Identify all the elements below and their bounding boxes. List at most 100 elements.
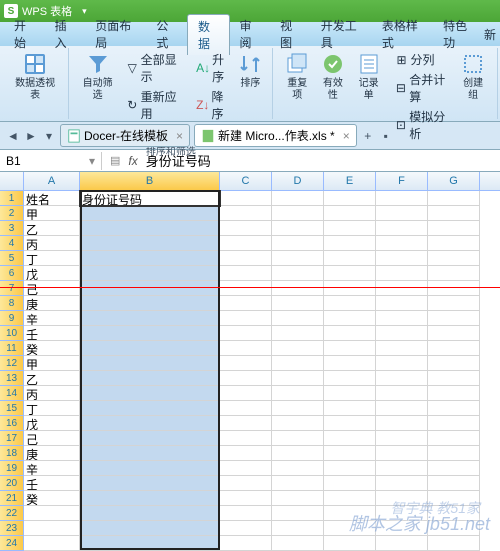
cell[interactable] (272, 191, 324, 206)
cell[interactable] (80, 251, 220, 266)
cell[interactable] (272, 296, 324, 311)
cell[interactable] (428, 296, 480, 311)
cell[interactable] (80, 491, 220, 506)
cell[interactable] (272, 371, 324, 386)
cell[interactable] (220, 251, 272, 266)
cell[interactable]: 乙 (24, 371, 80, 386)
cell[interactable] (80, 266, 220, 281)
cell[interactable] (80, 326, 220, 341)
cell[interactable] (428, 266, 480, 281)
cell[interactable] (324, 461, 376, 476)
cell[interactable] (220, 521, 272, 536)
cell[interactable] (272, 416, 324, 431)
cell[interactable] (324, 326, 376, 341)
cell[interactable] (80, 476, 220, 491)
cell[interactable] (272, 446, 324, 461)
cell[interactable] (324, 236, 376, 251)
cell[interactable] (428, 311, 480, 326)
cell[interactable] (324, 446, 376, 461)
cell[interactable] (376, 236, 428, 251)
cell[interactable] (80, 206, 220, 221)
cell[interactable] (220, 356, 272, 371)
cell[interactable] (220, 206, 272, 221)
cell[interactable]: 己 (24, 431, 80, 446)
sort-asc-button[interactable]: A↓升序 (194, 50, 234, 86)
cell[interactable] (220, 371, 272, 386)
cell[interactable] (376, 251, 428, 266)
cell[interactable] (272, 206, 324, 221)
cell[interactable] (428, 446, 480, 461)
cell[interactable] (324, 431, 376, 446)
cell[interactable] (80, 311, 220, 326)
sort-desc-button[interactable]: Z↓降序 (194, 87, 234, 123)
cell[interactable]: 庚 (24, 296, 80, 311)
cell[interactable]: 身份证号码 (80, 191, 220, 206)
cell[interactable] (80, 221, 220, 236)
col-header-F[interactable]: F (376, 172, 428, 190)
cell[interactable] (272, 251, 324, 266)
cell[interactable] (428, 206, 480, 221)
row-header[interactable]: 6 (0, 266, 24, 281)
cell[interactable] (80, 236, 220, 251)
cell[interactable] (428, 461, 480, 476)
cell[interactable] (220, 191, 272, 206)
cell[interactable] (376, 446, 428, 461)
col-header-A[interactable]: A (24, 172, 80, 190)
cell[interactable] (428, 401, 480, 416)
row-header[interactable]: 1 (0, 191, 24, 206)
cell[interactable] (376, 371, 428, 386)
doc-tab-workbook[interactable]: 新建 Micro...作表.xls * × (194, 124, 357, 147)
cell[interactable]: 壬 (24, 476, 80, 491)
row-header[interactable]: 13 (0, 371, 24, 386)
cell[interactable] (376, 191, 428, 206)
cell[interactable] (324, 191, 376, 206)
add-tab-icon[interactable]: + (359, 127, 377, 145)
row-header[interactable]: 16 (0, 416, 24, 431)
cell[interactable] (80, 461, 220, 476)
cell[interactable] (80, 431, 220, 446)
cell[interactable] (220, 311, 272, 326)
cell[interactable]: 戊 (24, 266, 80, 281)
row-header[interactable]: 10 (0, 326, 24, 341)
cell[interactable]: 姓名 (24, 191, 80, 206)
row-header[interactable]: 5 (0, 251, 24, 266)
cell[interactable] (220, 491, 272, 506)
tab-menu-icon[interactable]: ▪ (377, 127, 395, 145)
cell[interactable] (376, 431, 428, 446)
cell[interactable] (272, 341, 324, 356)
cell[interactable]: 丙 (24, 386, 80, 401)
cell[interactable] (272, 266, 324, 281)
cell[interactable] (428, 191, 480, 206)
cell[interactable] (324, 476, 376, 491)
cell[interactable] (80, 521, 220, 536)
cell[interactable] (80, 446, 220, 461)
cell[interactable] (80, 386, 220, 401)
cell[interactable] (220, 386, 272, 401)
cell[interactable] (272, 521, 324, 536)
row-header[interactable]: 21 (0, 491, 24, 506)
cell[interactable] (272, 326, 324, 341)
name-box[interactable]: B1 ▾ (0, 152, 102, 170)
row-header[interactable]: 4 (0, 236, 24, 251)
text-split-button[interactable]: ⊞分列 (392, 50, 455, 69)
cell[interactable] (272, 431, 324, 446)
merge-calc-button[interactable]: ⊟合并计算 (392, 70, 455, 106)
row-header[interactable]: 15 (0, 401, 24, 416)
cell[interactable] (24, 506, 80, 521)
pivot-table-button[interactable]: 数据透视表 (8, 50, 62, 104)
cell[interactable] (428, 341, 480, 356)
cell[interactable] (376, 221, 428, 236)
show-all-button[interactable]: ▽全部显示 (124, 50, 186, 86)
cell[interactable] (376, 476, 428, 491)
cell[interactable] (272, 401, 324, 416)
cell[interactable] (324, 206, 376, 221)
cell[interactable] (272, 311, 324, 326)
cell[interactable]: 己 (24, 281, 80, 296)
cell[interactable]: 辛 (24, 461, 80, 476)
cell[interactable]: 辛 (24, 311, 80, 326)
formula-input[interactable]: 身份证号码 (142, 151, 215, 170)
cell[interactable] (220, 341, 272, 356)
row-header[interactable]: 12 (0, 356, 24, 371)
cell[interactable]: 癸 (24, 341, 80, 356)
cell[interactable] (220, 461, 272, 476)
